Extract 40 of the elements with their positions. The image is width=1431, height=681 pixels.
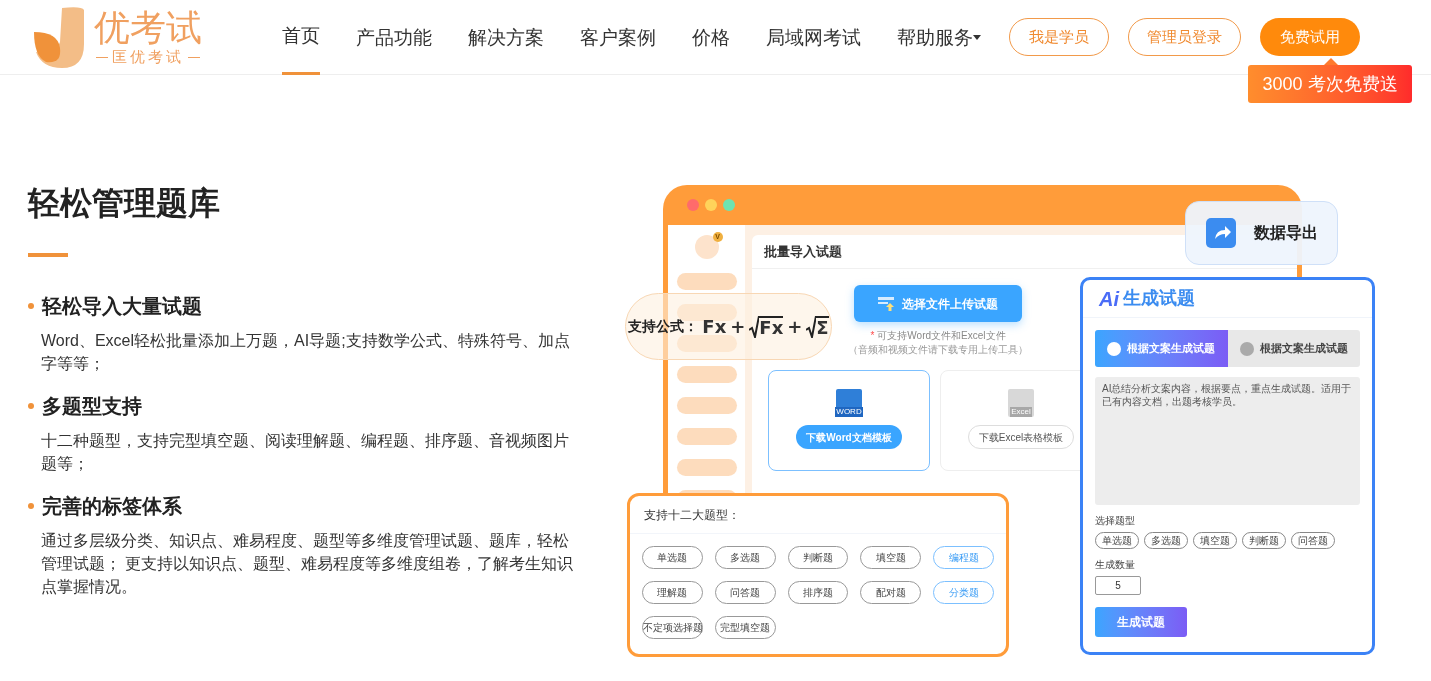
feature-description: Word、Excel轻松批量添加上万题，AI导题;支持数学公式、特殊符号、加点字等等； [40, 331, 571, 374]
formula-label: 支持公式： [628, 317, 699, 336]
export-label: 数据导出 [1254, 223, 1318, 243]
formula-term: + [730, 315, 746, 338]
count-field[interactable]: 5 [1095, 576, 1141, 595]
nav-link[interactable]: 客户案例 [580, 0, 656, 75]
feature-title: 完善的标签体系 [42, 494, 182, 519]
count-label: 生成数量 [1095, 558, 1136, 572]
ai-logo: Ai [1099, 286, 1119, 312]
feature-description: 十二种题型，支持完型填空题、阅读理解题、编程题、排序题、音视频图片题等； [40, 431, 570, 474]
upload-note-detail: （音频和视频文件请下载专用上传工具） [848, 343, 1028, 356]
nav-link[interactable]: 局域网考试 [766, 0, 861, 75]
ai-panel-title: 生成试题 [1123, 287, 1195, 310]
source-tab[interactable]: 根据文案生成试题 [1227, 330, 1360, 367]
nav-link[interactable]: 帮助服务 [897, 0, 981, 75]
logo-tagline: 匡优考试 [112, 48, 184, 66]
section-title: 轻松管理题库 [28, 184, 221, 223]
nav-link[interactable]: 首页 [282, 0, 320, 75]
square-root-term: Fx [749, 315, 784, 338]
types-panel-title: 支持十二大题型： [644, 506, 740, 524]
generate-button[interactable]: 生成试题 [1095, 607, 1187, 637]
feature-description: 通过多层级分类、知识点、难易程度、题型等多维度管理试题、题库，轻松管理试题； 更支持以知识点、题型、难易程度等多维度组卷，了解考生知识点掌握情况。 [40, 531, 575, 597]
file-type-label: Excel [1010, 407, 1032, 417]
question-type-chip: 不定项选择题 [642, 616, 703, 639]
logo-text: 优考试 [94, 8, 202, 48]
feature-title: 轻松导入大量试题 [42, 294, 202, 319]
file-type-label: WORD [835, 407, 863, 417]
formula-term: + [787, 315, 803, 338]
type-label: 选择题型 [1095, 514, 1136, 528]
feature-title: 多题型支持 [42, 394, 142, 419]
nav-link[interactable]: 价格 [692, 0, 730, 75]
nav-link[interactable]: 解决方案 [468, 0, 544, 75]
square-root-term: Σ [806, 315, 829, 338]
panel-title: 批量导入试题 [764, 242, 842, 261]
description-box: AI总结分析文案内容，根据要点，重点生成试题。适用于已有内容文档，出题考核学员。 [1095, 377, 1360, 505]
upload-note: 可支持Word文件和Excel文件 [877, 329, 1006, 342]
required-mark: * [870, 329, 875, 343]
promo-tooltip: 3000 考次免费送 [1248, 65, 1412, 103]
formula-term: Fx [702, 315, 727, 338]
nav-link[interactable]: 产品功能 [356, 0, 432, 75]
